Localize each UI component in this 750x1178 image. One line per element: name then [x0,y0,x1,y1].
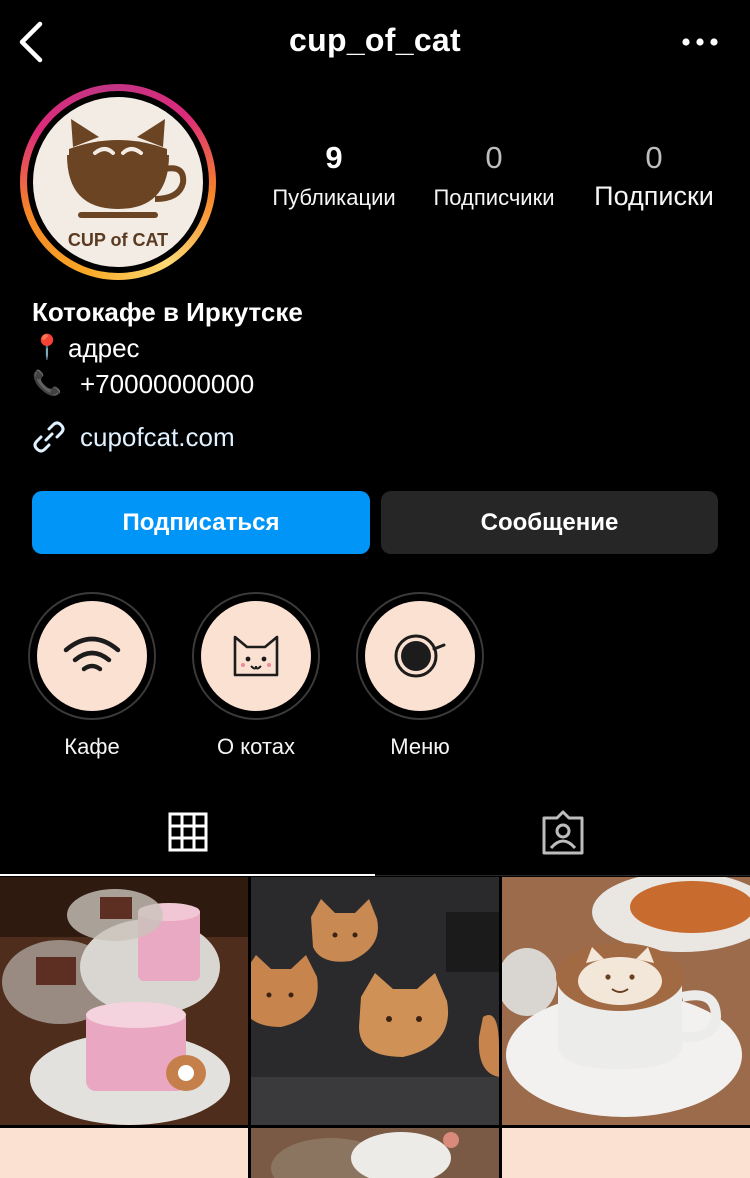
post-thumbnail[interactable] [251,877,499,1125]
profile-avatar: CUP of CAT [33,97,203,267]
phone-text: +70000000000 [80,369,255,399]
following-count: 0 [645,140,663,175]
followers-count: 0 [485,140,503,175]
post-thumbnail[interactable] [0,1128,248,1178]
wifi-icon [63,636,121,672]
profile-bio: Котокафе в Иркутске 📍 адрес 📞 +700000000… [32,294,732,402]
highlight-cats[interactable]: О котах [192,592,320,760]
follow-button[interactable]: Подписаться [32,491,370,554]
highlight-menu[interactable]: Меню [356,592,484,760]
post-thumbnail[interactable] [502,1128,750,1178]
bio-link[interactable]: cupofcat.com [32,420,235,454]
link-icon [33,421,65,453]
posts-count: 9 [325,140,343,175]
stat-followers[interactable]: 0 Подписчики [418,142,570,211]
profile-username: cup_of_cat [289,22,461,58]
followers-label: Подписчики [433,185,555,210]
post-image [0,877,248,1125]
post-image [251,1128,499,1178]
more-horizontal-icon [682,38,718,46]
post-thumbnail[interactable] [251,1128,499,1178]
posts-label: Публикации [272,185,396,210]
highlight-label: О котах [217,734,295,759]
address-text: адрес [68,333,140,363]
link-text: cupofcat.com [80,421,235,452]
logo-text: CUP of CAT [67,230,169,250]
highlight-label: Кафе [64,734,120,759]
bio-phone: 📞 +70000000000 [32,366,732,402]
tab-tagged[interactable] [375,790,750,876]
story-ring[interactable]: CUP of CAT [20,84,216,280]
post-image [502,877,750,1125]
highlight-cafe[interactable]: Кафе [28,592,156,760]
bio-address: 📍 адрес [32,330,732,366]
top-bar: cup_of_cat [0,0,750,84]
message-button[interactable]: Сообщение [381,491,718,554]
stat-posts[interactable]: 9 Публикации [258,142,410,211]
tagged-person-icon [542,810,583,855]
back-button[interactable] [14,20,50,64]
post-image [251,877,499,1125]
coffee-cup-icon [394,634,446,678]
posts-grid [0,877,750,1178]
post-thumbnail[interactable] [0,877,248,1125]
phone-icon: 📞 [32,370,62,397]
highlight-label: Меню [390,734,450,759]
tab-posts-grid[interactable] [0,790,375,876]
stat-following[interactable]: 0 Подписки [580,142,728,212]
grid-icon [168,812,207,852]
profile-tabs [0,790,750,876]
profile-display-name: Котокафе в Иркутске [32,297,303,327]
more-options-button[interactable] [680,28,720,56]
following-label: Подписки [594,181,714,211]
cat-face-icon [233,635,279,677]
post-thumbnail[interactable] [502,877,750,1125]
chevron-left-icon [19,21,43,63]
pin-icon: 📍 [32,334,62,361]
